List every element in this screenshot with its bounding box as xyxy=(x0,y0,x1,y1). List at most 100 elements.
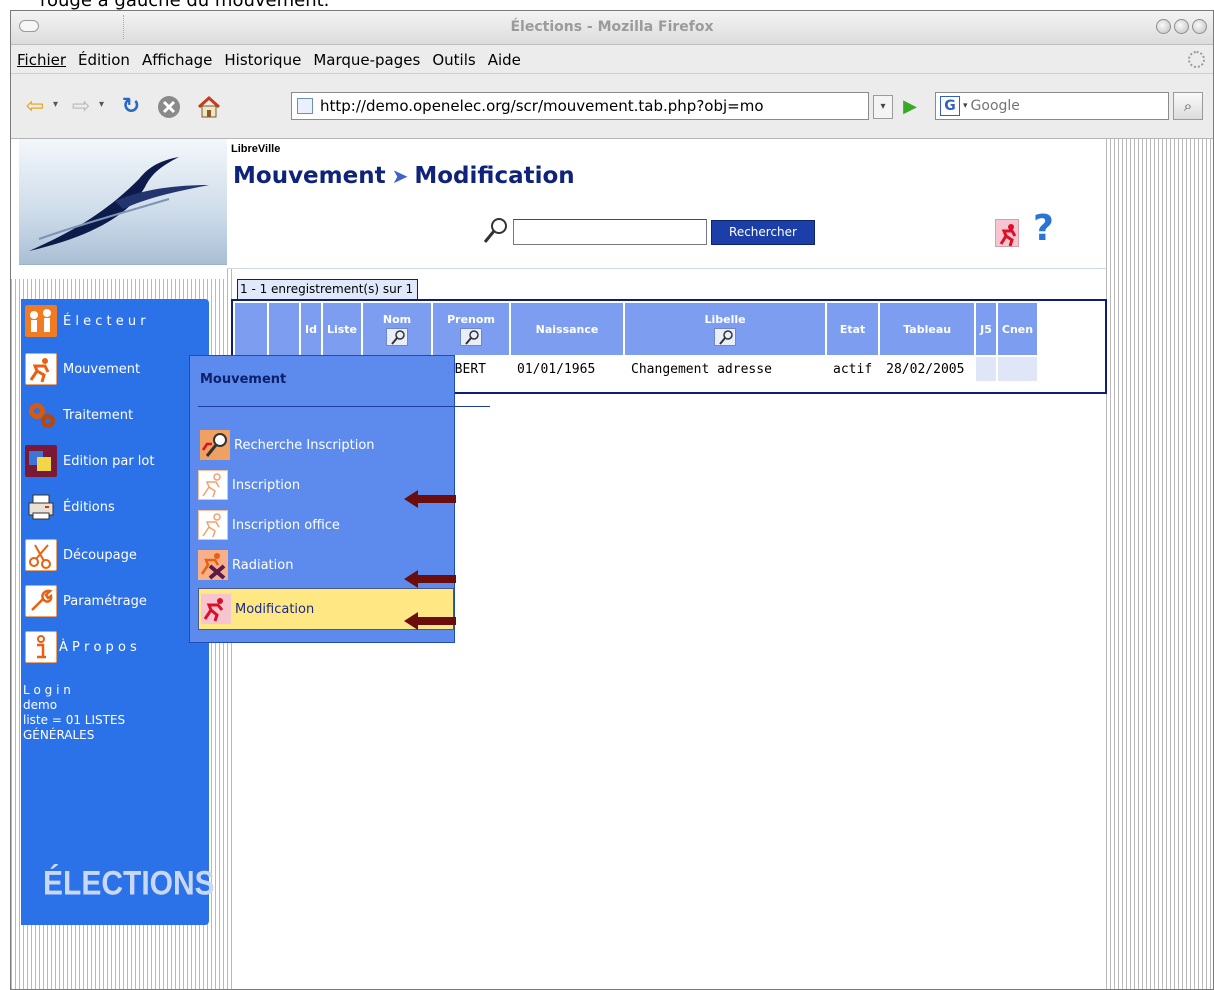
back-history-icon[interactable]: ▾ xyxy=(53,99,58,110)
table-cell xyxy=(976,357,996,381)
web-search-input[interactable] xyxy=(970,98,1141,114)
submenu-divider xyxy=(198,406,490,407)
search-inscription-icon xyxy=(200,430,230,460)
menu-aide[interactable]: Aide xyxy=(488,51,521,69)
table-header-row: Id Liste Nom Prenom Naissance Libelle Et… xyxy=(235,303,1038,355)
city-name: LibreVille xyxy=(231,143,281,155)
red-arrow-icon xyxy=(404,612,456,630)
go-icon[interactable]: ▶ xyxy=(899,95,921,119)
column-header-liste[interactable]: Liste xyxy=(322,303,362,355)
sidebar-item-edition-par-lot[interactable]: Edition par lot xyxy=(25,445,154,477)
stop-icon[interactable] xyxy=(157,95,181,119)
submenu-item-recherche-inscription[interactable]: Recherche Inscription xyxy=(200,430,375,460)
gears-icon xyxy=(25,399,57,431)
background-stripes-right xyxy=(1106,139,1213,989)
runner-icon[interactable] xyxy=(995,219,1019,247)
menu-edition[interactable]: Édition xyxy=(78,51,130,69)
search-field[interactable]: G ▾ xyxy=(935,92,1169,120)
column-header-j5[interactable]: J5 xyxy=(976,303,996,355)
navigation-toolbar: ⇦ ▾ ⇨ ▾ ↻ http://demo.openelec.org/scr/m… xyxy=(11,75,1213,139)
magnifier-icon xyxy=(481,215,511,245)
page-header: LibreVille Mouvement ➤ Modification Recher… xyxy=(227,139,1106,269)
submenu-item-inscription-office[interactable]: Inscription office xyxy=(198,510,340,540)
search-button[interactable]: Rechercher xyxy=(711,220,815,245)
red-arrow-icon xyxy=(404,570,456,588)
column-header-tableau[interactable]: Tableau xyxy=(880,303,975,355)
column-header-libelle[interactable]: Libelle xyxy=(625,303,826,355)
home-icon[interactable] xyxy=(197,95,221,119)
url-text: http://demo.openelec.org/scr/mouvement.t… xyxy=(320,97,764,115)
url-dropdown-icon[interactable]: ▾ xyxy=(873,95,893,119)
menu-affichage[interactable]: Affichage xyxy=(142,51,212,69)
table-cell-libelle: Changement adresse xyxy=(631,361,772,377)
sidebar-item-a-propos[interactable]: À P r o p o s xyxy=(25,631,137,663)
submenu-item-label: Radiation xyxy=(232,557,294,573)
list-line1: liste = 01 LISTES xyxy=(23,713,126,727)
submenu-item-radiation[interactable]: Radiation xyxy=(198,550,293,580)
back-icon[interactable]: ⇦ xyxy=(23,95,47,119)
modification-icon xyxy=(201,594,231,624)
mouvement-submenu: Mouvement Recherche Inscription Inscript… xyxy=(189,355,490,643)
forward-history-icon[interactable]: ▾ xyxy=(99,99,104,110)
submenu-item-label: Modification xyxy=(235,601,315,617)
sidebar-item-label: Mouvement xyxy=(63,361,141,377)
inscription-office-icon xyxy=(198,510,228,540)
browser-window: Élections - Mozilla Firefox Fichier Édit… xyxy=(10,10,1214,990)
search-engine-icon[interactable]: G xyxy=(940,96,960,116)
maximize-icon[interactable] xyxy=(1174,19,1189,34)
column-header-naissance[interactable]: Naissance xyxy=(511,303,624,355)
record-search-input[interactable] xyxy=(513,219,707,245)
search-engine-dropdown-icon[interactable]: ▾ xyxy=(963,101,968,111)
sidebar-item-parametrage[interactable]: Paramétrage xyxy=(25,585,147,617)
sidebar-item-label: À P r o p o s xyxy=(59,639,137,655)
window-controls xyxy=(1156,19,1207,34)
window-title: Élections - Mozilla Firefox xyxy=(510,19,714,35)
batch-edit-icon xyxy=(25,445,57,477)
menu-fichier[interactable]: Fichier xyxy=(17,51,66,69)
close-icon[interactable] xyxy=(1192,19,1207,34)
bird-logo xyxy=(19,139,227,265)
sidebar-item-electeur[interactable]: É l e c t e u r xyxy=(25,305,146,337)
page-icon xyxy=(297,98,313,114)
sidebar-item-decoupage[interactable]: Découpage xyxy=(25,539,137,571)
minimize-icon[interactable] xyxy=(1156,19,1171,34)
column-header-prenom[interactable]: Prenom xyxy=(433,303,510,355)
column-header xyxy=(235,303,267,355)
column-header-cnen[interactable]: Cnen xyxy=(997,303,1038,355)
sidebar-item-label: Éditions xyxy=(63,499,115,515)
runner-icon xyxy=(25,353,57,385)
column-search-icon[interactable] xyxy=(386,327,409,346)
breadcrumb-arrow-icon: ➤ xyxy=(391,164,409,188)
column-search-icon[interactable] xyxy=(460,327,483,346)
column-header-etat[interactable]: Etat xyxy=(827,303,879,355)
reload-icon[interactable]: ↻ xyxy=(119,95,143,119)
column-search-icon[interactable] xyxy=(714,327,737,346)
magnifier-icon[interactable]: ⌕ xyxy=(1173,92,1203,120)
inscription-icon xyxy=(198,470,228,500)
login-info: L o g i n demo liste = 01 LISTES GÉNÉRAL… xyxy=(23,683,125,743)
printer-icon xyxy=(25,491,57,523)
scissors-icon xyxy=(25,539,57,571)
voter-icon xyxy=(25,305,57,337)
submenu-item-inscription[interactable]: Inscription xyxy=(198,470,300,500)
submenu-item-label: Inscription xyxy=(232,477,301,493)
menu-historique[interactable]: Historique xyxy=(224,51,301,69)
sidebar-item-traitement[interactable]: Traitement xyxy=(25,399,133,431)
column-header-nom[interactable]: Nom xyxy=(363,303,432,355)
column-header-id[interactable]: Id xyxy=(301,303,321,355)
login-user: demo xyxy=(23,698,58,712)
title-part1: Mouvement xyxy=(233,163,386,189)
sidebar-item-editions[interactable]: Éditions xyxy=(25,491,115,523)
url-field[interactable]: http://demo.openelec.org/scr/mouvement.t… xyxy=(291,92,869,120)
list-line2: GÉNÉRALES xyxy=(23,728,95,742)
table-cell xyxy=(997,357,1038,381)
menu-outils[interactable]: Outils xyxy=(432,51,475,69)
sidebar-item-mouvement[interactable]: Mouvement xyxy=(25,353,140,385)
menu-marque-pages[interactable]: Marque-pages xyxy=(313,51,420,69)
help-icon[interactable]: ? xyxy=(1033,211,1061,247)
login-label: L o g i n xyxy=(23,683,71,697)
red-arrow-icon xyxy=(404,490,456,508)
sidebar-item-label: Edition par lot xyxy=(63,453,155,469)
forward-icon[interactable]: ⇨ xyxy=(69,95,93,119)
column-header xyxy=(269,303,299,355)
